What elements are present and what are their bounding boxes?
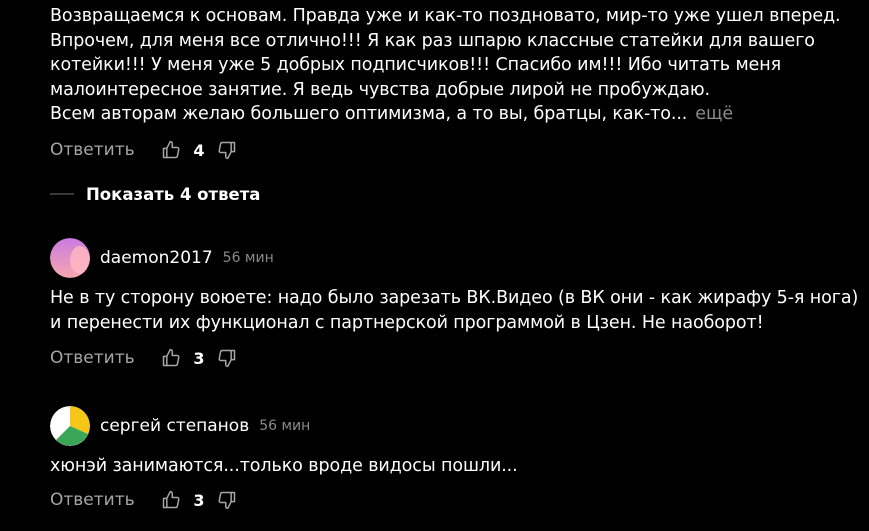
- comment-actions-2: Ответить 3: [50, 345, 238, 371]
- show-replies-label: Показать 4 ответа: [86, 184, 261, 204]
- comment-text-1: Возвращаемся к основам. Правда уже и как…: [50, 6, 841, 124]
- comment-text-3: хюнэй занимаются...только вроде видосы п…: [50, 456, 518, 476]
- reply-button[interactable]: Ответить: [50, 140, 160, 160]
- thumbs-down-icon[interactable]: [216, 139, 238, 161]
- comment-text-2: Не в ту сторону воюете: надо было зареза…: [50, 288, 859, 333]
- thumbs-up-icon[interactable]: [160, 489, 182, 511]
- replies-divider-line: [50, 193, 74, 195]
- comment-header-2: daemon2017 56 мин: [50, 238, 274, 278]
- like-count: 4: [193, 140, 205, 160]
- comment-header-3: сергей степанов 56 мин: [50, 406, 310, 446]
- like-count: 3: [193, 490, 205, 510]
- show-replies-button[interactable]: Показать 4 ответа: [50, 182, 260, 206]
- show-more-link[interactable]: ещё: [695, 104, 733, 124]
- thumbs-down-icon[interactable]: [216, 489, 238, 511]
- author-name[interactable]: сергей степанов: [100, 416, 249, 436]
- comment-time: 56 мин: [222, 250, 274, 266]
- avatar[interactable]: [50, 406, 90, 446]
- avatar[interactable]: [50, 238, 90, 278]
- like-count: 3: [193, 348, 205, 368]
- thumbs-down-icon[interactable]: [216, 347, 238, 369]
- thumbs-up-icon[interactable]: [160, 347, 182, 369]
- reply-button[interactable]: Ответить: [50, 490, 160, 510]
- comment-actions-1: Ответить 4: [50, 137, 238, 163]
- comment-actions-3: Ответить 3: [50, 487, 238, 513]
- reply-button[interactable]: Ответить: [50, 348, 160, 368]
- thumbs-up-icon[interactable]: [160, 139, 182, 161]
- comment-time: 56 мин: [259, 418, 311, 434]
- author-name[interactable]: daemon2017: [100, 248, 213, 268]
